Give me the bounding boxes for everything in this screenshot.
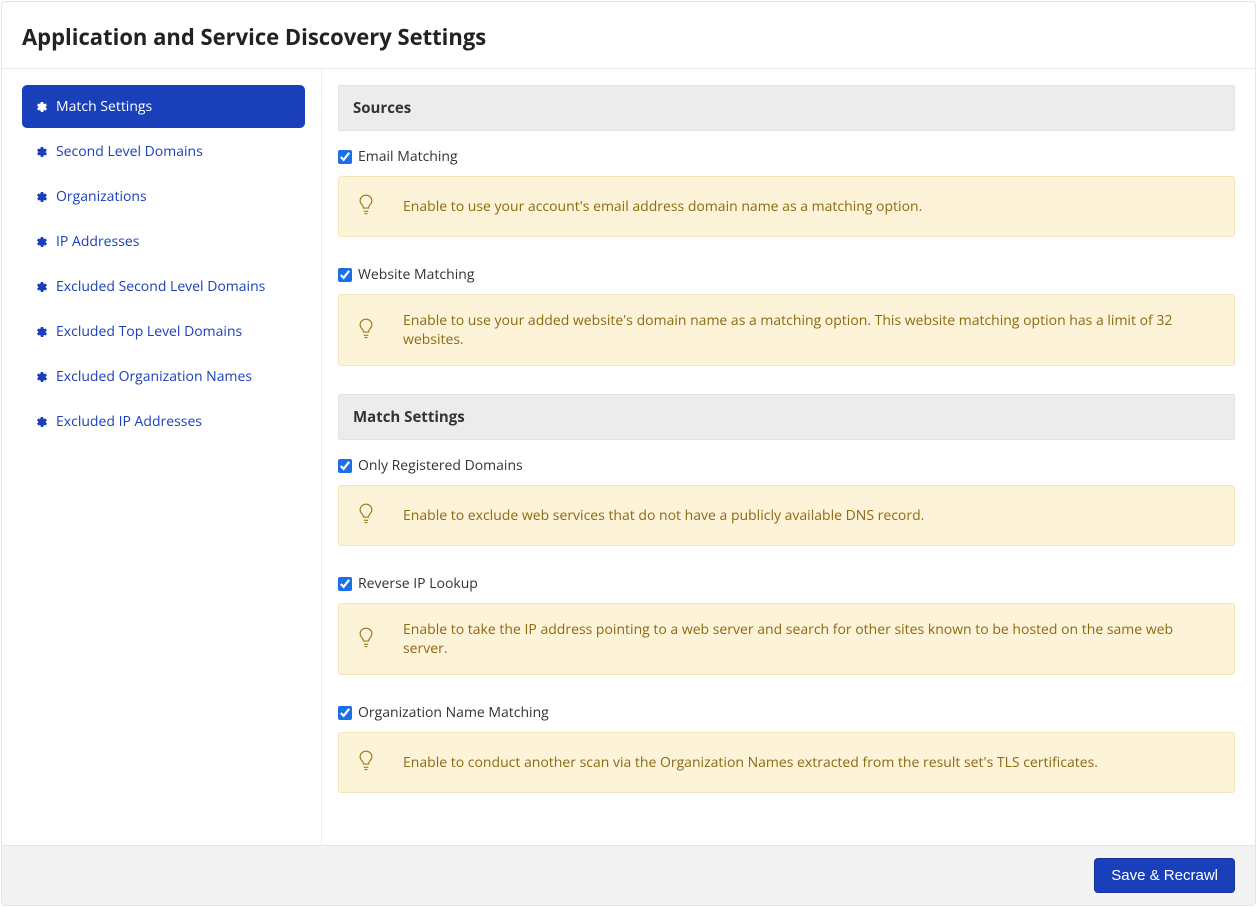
content-area: Sources Email Matching Enable to use you… — [322, 69, 1255, 845]
lightbulb-icon — [357, 749, 375, 776]
setting-organization-name-matching: Organization Name Matching Enable to con… — [338, 703, 1235, 793]
gear-icon — [36, 326, 48, 338]
lightbulb-icon — [357, 317, 375, 344]
lightbulb-icon — [357, 193, 375, 220]
gear-icon — [36, 416, 48, 428]
hint-box: Enable to take the IP address pointing t… — [338, 603, 1235, 675]
hint-box: Enable to use your account's email addre… — [338, 176, 1235, 237]
sidebar-item-excluded-second-level-domains[interactable]: Excluded Second Level Domains — [22, 265, 305, 308]
sidebar-item-excluded-top-level-domains[interactable]: Excluded Top Level Domains — [22, 310, 305, 353]
settings-panel: Application and Service Discovery Settin… — [1, 1, 1256, 906]
setting-only-registered-domains: Only Registered Domains Enable to exclud… — [338, 456, 1235, 546]
hint-box: Enable to exclude web services that do n… — [338, 485, 1235, 546]
hint-text: Enable to use your account's email addre… — [403, 197, 922, 216]
sidebar-item-excluded-organization-names[interactable]: Excluded Organization Names — [22, 355, 305, 398]
lightbulb-icon — [357, 502, 375, 529]
checkbox-reverse-ip-lookup[interactable] — [338, 577, 352, 591]
sidebar-item-label: Excluded Top Level Domains — [56, 322, 242, 341]
checkbox-email-matching[interactable] — [338, 150, 352, 164]
checkbox-label: Website Matching — [358, 265, 474, 284]
sidebar-item-label: Second Level Domains — [56, 142, 203, 161]
gear-icon — [36, 236, 48, 248]
checkbox-label: Only Registered Domains — [358, 456, 523, 475]
panel-footer: Save & Recrawl — [2, 845, 1255, 905]
section-header-match-settings: Match Settings — [338, 394, 1235, 440]
page-title: Application and Service Discovery Settin… — [22, 22, 1235, 52]
sidebar-item-second-level-domains[interactable]: Second Level Domains — [22, 130, 305, 173]
sidebar-item-ip-addresses[interactable]: IP Addresses — [22, 220, 305, 263]
checkbox-label: Reverse IP Lookup — [358, 574, 478, 593]
sidebar-item-excluded-ip-addresses[interactable]: Excluded IP Addresses — [22, 400, 305, 443]
checkbox-organization-name-matching[interactable] — [338, 706, 352, 720]
hint-box: Enable to use your added website's domai… — [338, 294, 1235, 366]
gear-icon — [36, 191, 48, 203]
gear-icon — [36, 281, 48, 293]
hint-box: Enable to conduct another scan via the O… — [338, 732, 1235, 793]
sidebar-item-match-settings[interactable]: Match Settings — [22, 85, 305, 128]
sidebar-item-organizations[interactable]: Organizations — [22, 175, 305, 218]
lightbulb-icon — [357, 626, 375, 653]
setting-email-matching: Email Matching Enable to use your accoun… — [338, 147, 1235, 237]
checkbox-label: Organization Name Matching — [358, 703, 549, 722]
sidebar-item-label: Excluded Organization Names — [56, 367, 252, 386]
panel-body: Match Settings Second Level Domains Orga… — [2, 68, 1255, 845]
sidebar: Match Settings Second Level Domains Orga… — [2, 69, 322, 845]
gear-icon — [36, 371, 48, 383]
hint-text: Enable to conduct another scan via the O… — [403, 753, 1098, 772]
sidebar-item-label: Excluded IP Addresses — [56, 412, 202, 431]
section-header-sources: Sources — [338, 85, 1235, 131]
hint-text: Enable to use your added website's domai… — [403, 311, 1216, 349]
save-and-recrawl-button[interactable]: Save & Recrawl — [1094, 858, 1235, 893]
hint-text: Enable to exclude web services that do n… — [403, 506, 924, 525]
panel-header: Application and Service Discovery Settin… — [2, 2, 1255, 68]
checkbox-only-registered-domains[interactable] — [338, 459, 352, 473]
sidebar-item-label: Organizations — [56, 187, 147, 206]
hint-text: Enable to take the IP address pointing t… — [403, 620, 1216, 658]
gear-icon — [36, 146, 48, 158]
gear-icon — [36, 101, 48, 113]
setting-website-matching: Website Matching Enable to use your adde… — [338, 265, 1235, 366]
checkbox-website-matching[interactable] — [338, 268, 352, 282]
sidebar-item-label: Match Settings — [56, 97, 152, 116]
sidebar-item-label: Excluded Second Level Domains — [56, 277, 265, 296]
sidebar-item-label: IP Addresses — [56, 232, 139, 251]
setting-reverse-ip-lookup: Reverse IP Lookup Enable to take the IP … — [338, 574, 1235, 675]
checkbox-label: Email Matching — [358, 147, 458, 166]
